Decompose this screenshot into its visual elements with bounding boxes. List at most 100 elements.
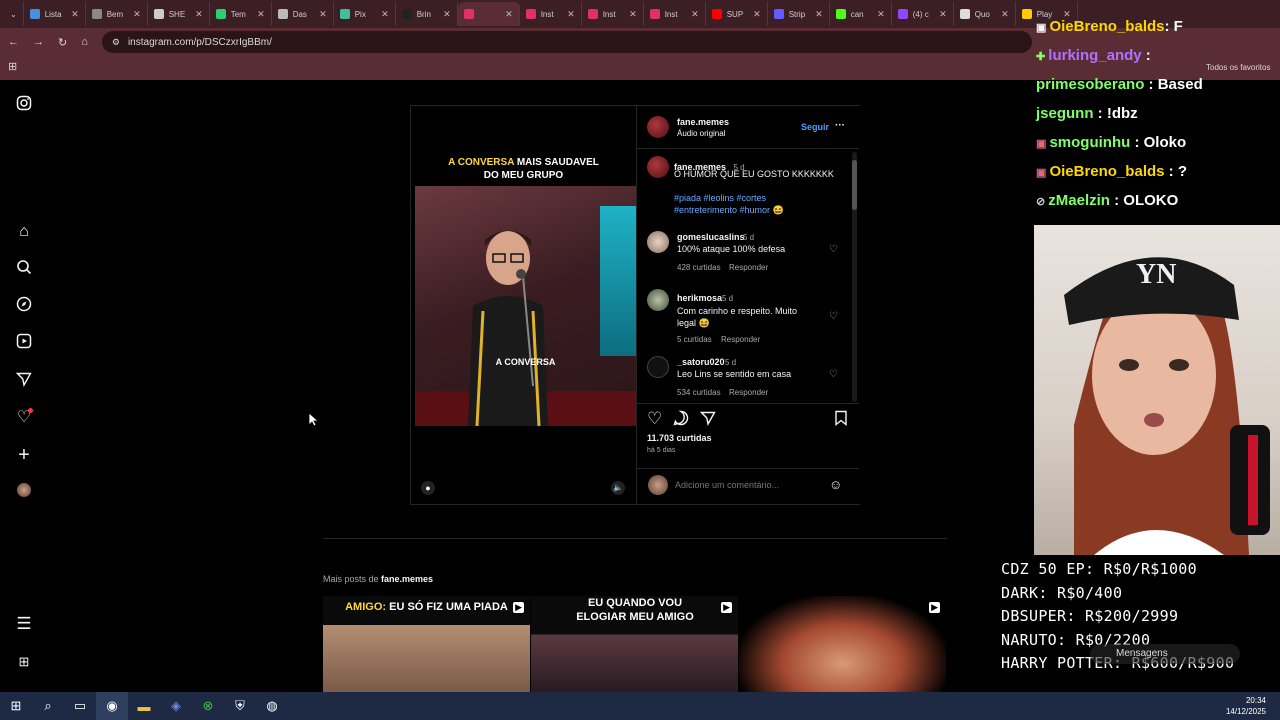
tab-close-icon[interactable]: ✕ <box>133 9 141 20</box>
shield-icon[interactable]: ⛨ <box>224 692 256 720</box>
threads-app-icon[interactable]: ⊞ <box>14 652 34 672</box>
commenter-avatar[interactable] <box>647 356 669 378</box>
tab-close-icon[interactable]: ✕ <box>567 9 575 20</box>
reel-video[interactable]: A CONVERSA MAIS SAUDAVEL DO MEU GRUPO A … <box>411 106 636 504</box>
tab-close-icon[interactable]: ✕ <box>505 9 513 20</box>
browser-tab[interactable]: SHE ✕ <box>148 2 210 26</box>
address-bar[interactable]: ⚙ instagram.com/p/DSCzxrIgBBm/ <box>101 31 1032 53</box>
tab-close-icon[interactable]: ✕ <box>257 9 265 20</box>
forward-icon[interactable]: → <box>33 36 44 48</box>
caption-avatar[interactable] <box>647 156 669 178</box>
start-windows-icon[interactable]: ⊞ <box>0 692 32 720</box>
follow-button[interactable]: Seguir <box>801 122 829 132</box>
likes-count[interactable]: 11.703 curtidas <box>647 433 712 443</box>
hashtags-line2[interactable]: #entreterimento #humor 😆 <box>674 205 784 215</box>
tab-close-icon[interactable]: ✕ <box>691 9 699 20</box>
instagram-logo-icon[interactable] <box>14 95 34 115</box>
browser-tab[interactable]: Inst ✕ <box>582 2 644 26</box>
comment-likes[interactable]: 5 curtidas <box>677 335 712 344</box>
search-taskbar-icon[interactable]: ⌕ <box>32 692 64 720</box>
tab-list-dropdown[interactable]: ⌄ <box>4 2 24 26</box>
tab-close-icon[interactable]: ✕ <box>815 9 823 20</box>
commenter-avatar[interactable] <box>647 289 669 311</box>
comment-username[interactable]: herikmosa <box>677 293 722 303</box>
commenter-avatar[interactable] <box>647 231 669 253</box>
discord-icon[interactable]: ◈ <box>160 692 192 720</box>
comments-scrollbar[interactable] <box>852 152 857 402</box>
tab-close-icon[interactable]: ✕ <box>319 9 327 20</box>
apps-icon[interactable]: ⊞ <box>8 60 17 73</box>
tab-close-icon[interactable]: ✕ <box>443 9 451 20</box>
explore-nav-icon[interactable] <box>14 296 34 316</box>
browser-tab[interactable]: SUP ✕ <box>706 2 768 26</box>
browser-tab[interactable]: Pix ✕ <box>334 2 396 26</box>
share-icon[interactable] <box>699 410 716 431</box>
create-nav-icon[interactable]: + <box>14 445 34 465</box>
comment-likes[interactable]: 428 curtidas <box>677 263 721 272</box>
task-view-icon[interactable]: ▭ <box>64 692 96 720</box>
all-bookmarks-link[interactable]: Todos os favoritos <box>1206 63 1270 72</box>
post-thumbnail[interactable]: ▶ <box>739 596 946 692</box>
tab-close-icon[interactable]: ✕ <box>381 9 389 20</box>
browser-tab[interactable]: Lista ✕ <box>24 2 86 26</box>
comment-reply-button[interactable]: Responder <box>729 388 768 397</box>
tab-close-icon[interactable]: ✕ <box>1001 9 1009 20</box>
browser-tab[interactable]: Strip ✕ <box>768 2 830 26</box>
post-thumbnail[interactable]: EU QUANDO VOU ELOGIAR MEU AMIGO ▶ <box>531 596 738 692</box>
notifications-nav-icon[interactable]: ♡ <box>14 408 34 428</box>
author-username[interactable]: fane.memes <box>677 117 729 127</box>
search-nav-icon[interactable] <box>14 259 34 279</box>
tab-close-icon[interactable]: ✕ <box>195 9 203 20</box>
browser-tab[interactable]: Tem ✕ <box>210 2 272 26</box>
save-bookmark-icon[interactable] <box>834 410 848 431</box>
comment-likes[interactable]: 534 curtidas <box>677 388 721 397</box>
comment-like-heart-icon[interactable]: ♡ <box>829 311 838 322</box>
home-nav-icon[interactable]: ⌂ <box>14 222 34 242</box>
back-icon[interactable]: ← <box>8 36 19 48</box>
obs-icon[interactable]: ◍ <box>256 692 288 720</box>
hashtags-line1[interactable]: #piada #leolins #cortes <box>674 193 766 203</box>
reload-icon[interactable]: ↻ <box>58 36 67 49</box>
emoji-icon[interactable]: ☺ <box>829 477 842 492</box>
browser-tab[interactable]: (4) c ✕ <box>892 2 954 26</box>
audio-label[interactable]: Áudio original <box>677 129 725 138</box>
browser-tab[interactable]: Das ✕ <box>272 2 334 26</box>
tab-close-icon[interactable]: ✕ <box>753 9 761 20</box>
comment-username[interactable]: _satoru020 <box>677 357 725 367</box>
browser-tab[interactable]: Inst ✕ <box>520 2 582 26</box>
messages-popup[interactable]: Mensagens <box>1090 644 1240 664</box>
chrome-icon[interactable]: ◉ <box>96 692 128 720</box>
system-clock[interactable]: 20:34 14/12/2025 <box>1226 695 1266 717</box>
comment-username[interactable]: gomeslucaslins <box>677 232 745 242</box>
post-options-icon[interactable]: ··· <box>835 120 845 131</box>
more-menu-icon[interactable]: ☰ <box>14 614 34 634</box>
tab-close-icon[interactable]: ✕ <box>939 9 947 20</box>
browser-tab[interactable]: can ✕ <box>830 2 892 26</box>
browser-tab[interactable]: Inst ✕ <box>644 2 706 26</box>
tagged-users-icon[interactable]: ● <box>421 481 435 495</box>
like-heart-icon[interactable]: ♡ <box>647 409 662 429</box>
comment-input[interactable] <box>675 478 820 492</box>
comment-like-heart-icon[interactable]: ♡ <box>829 369 838 380</box>
comment-reply-button[interactable]: Responder <box>721 335 760 344</box>
tab-close-icon[interactable]: ✕ <box>877 9 885 20</box>
more-posts-username[interactable]: fane.memes <box>381 574 433 584</box>
mute-icon[interactable]: 🔈 <box>611 481 625 495</box>
profile-avatar[interactable] <box>14 483 34 503</box>
xbox-icon[interactable]: ⊗ <box>192 692 224 720</box>
home-icon[interactable]: ⌂ <box>81 36 88 48</box>
messages-nav-icon[interactable] <box>14 371 34 391</box>
comment-like-heart-icon[interactable]: ♡ <box>829 244 838 255</box>
reels-nav-icon[interactable] <box>14 333 34 353</box>
author-avatar[interactable] <box>647 116 669 138</box>
post-thumbnail[interactable]: AMIGO: EU SÓ FIZ UMA PIADA ▶ <box>323 596 530 692</box>
file-explorer-icon[interactable]: ▬ <box>128 692 160 720</box>
site-info-icon[interactable]: ⚙ <box>112 37 120 48</box>
tab-close-icon[interactable]: ✕ <box>71 9 79 20</box>
tab-close-icon[interactable]: ✕ <box>629 9 637 20</box>
comment-reply-button[interactable]: Responder <box>729 263 768 272</box>
browser-tab[interactable]: ✕ <box>457 2 520 26</box>
browser-tab[interactable]: Quo ✕ <box>954 2 1016 26</box>
browser-tab[interactable]: Bem ✕ <box>86 2 148 26</box>
browser-tab[interactable]: Brin ✕ <box>396 2 458 26</box>
